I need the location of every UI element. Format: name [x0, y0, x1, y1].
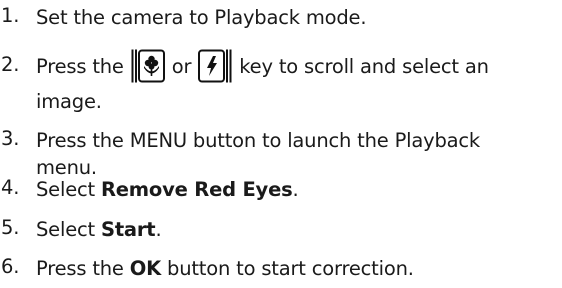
step-number: 1. — [1, 4, 20, 27]
step-text: Press the or key to scroll and select an… — [36, 48, 556, 115]
step-number: 2. — [1, 53, 20, 76]
button-name: OK — [129, 257, 162, 280]
step-number: 4. — [1, 176, 20, 199]
step-text: Press the OK button to start correction. — [36, 257, 414, 280]
step-number: 3. — [1, 127, 20, 150]
step-text: Select Remove Red Eyes. — [36, 178, 299, 201]
step-number: 5. — [1, 216, 20, 239]
step-text: Select Start. — [36, 218, 162, 241]
step-text: Press the MENU button to launch the Play… — [36, 129, 480, 179]
menu-option-name: Start — [100, 218, 156, 241]
macro-flower-key-icon — [131, 49, 165, 83]
step-number: 6. — [1, 255, 20, 278]
flash-key-icon — [198, 49, 232, 83]
step-text: Set the camera to Playback mode. — [36, 6, 367, 29]
menu-option-name: Remove Red Eyes — [100, 178, 293, 201]
